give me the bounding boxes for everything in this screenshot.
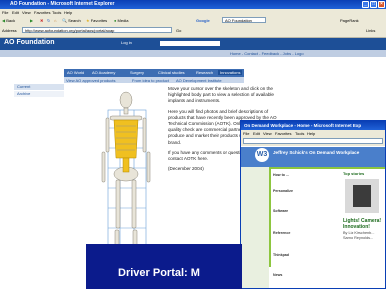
workplace-left-column — [241, 167, 269, 288]
links-label[interactable]: Links — [366, 28, 375, 33]
search-icon: 🔍 — [62, 18, 67, 23]
ao-subbar — [0, 50, 386, 57]
nav-ao-academy[interactable]: AO Academy — [92, 70, 115, 75]
w2-menu-edit[interactable]: Edit — [253, 131, 260, 136]
sidebar: Current Archive — [14, 84, 64, 99]
browser-toolbar: File Edit View Favorites Tools Help ◀ Ba… — [0, 9, 386, 38]
address-field[interactable]: http://www.aofoundation.org/portal/aos/p… — [22, 27, 172, 33]
google-search-input[interactable]: AO Foundation — [222, 17, 266, 23]
highlighted-spine — [113, 119, 139, 173]
maximize-button[interactable]: □ — [370, 1, 377, 8]
forward-arrow-icon[interactable]: ▶ — [30, 18, 33, 23]
story-byline: By Liz Kirschenb... Sarno Reynolds... — [343, 231, 375, 240]
media-icon: ● — [114, 18, 117, 23]
directors-chair-icon — [353, 185, 371, 207]
workplace-window[interactable]: On Demand Workplace - Home - Microsoft I… — [240, 120, 386, 289]
menu-view[interactable]: View — [22, 10, 31, 15]
search-button[interactable]: 🔍 Search — [62, 18, 81, 23]
google-logo: Google — [196, 18, 210, 23]
menu-edit[interactable]: Edit — [12, 10, 19, 15]
back-label: Back — [6, 18, 16, 23]
panel-line[interactable]: Personalize — [273, 189, 293, 193]
address-label: Address — [2, 28, 17, 33]
nav-ao-world[interactable]: AO World — [67, 70, 84, 75]
w2-menu-favorites[interactable]: Favorites — [275, 131, 291, 136]
nav-clinical-studies[interactable]: Clinical studies — [158, 70, 185, 75]
top-stories-title: Top stories — [343, 171, 365, 176]
movie-image[interactable] — [345, 179, 379, 213]
back-arrow-icon: ◀ — [2, 18, 6, 23]
workplace-titlebar[interactable]: On Demand Workplace - Home - Microsoft I… — [241, 121, 385, 130]
story-headline[interactable]: Lights! Camera! Innovation! — [343, 218, 385, 230]
nav-research[interactable]: Research — [196, 70, 213, 75]
stop-icon[interactable]: ✖ — [40, 18, 43, 23]
main-nav — [64, 69, 244, 77]
subnav-approved-products[interactable]: View AO approved products — [66, 78, 116, 83]
w2-menu-help[interactable]: Help — [307, 131, 315, 136]
home-icon[interactable]: ⌂ — [54, 18, 56, 23]
media-label: Media — [117, 18, 129, 23]
menu-tools[interactable]: Tools — [52, 10, 61, 15]
ao-logo[interactable]: AO Foundation — [4, 39, 55, 46]
media-button[interactable]: ● Media — [114, 18, 128, 23]
sidebar-item-archive[interactable]: Archive — [14, 91, 64, 97]
nav-surgery[interactable]: Surgery — [130, 70, 144, 75]
sidebar-header: Current — [14, 84, 64, 90]
pagerank-label: PageRank — [340, 18, 359, 23]
workplace-panel: How to ... Personalize Software Referenc… — [271, 169, 341, 287]
w3-logo[interactable]: W3 — [255, 148, 269, 162]
subnav-idea-to-product[interactable]: From idea to product — [132, 78, 169, 83]
workplace-heading: Jeffrey Schick's On Demand Workplace — [273, 150, 360, 155]
w2-menu-tools[interactable]: Tools — [295, 131, 304, 136]
go-button[interactable]: Go — [176, 28, 181, 33]
subnav-development-institute[interactable]: AO Development Institute — [176, 78, 222, 83]
menu-favorites[interactable]: Favorites — [34, 10, 50, 15]
refresh-icon[interactable]: ↻ — [47, 18, 50, 23]
w2-address-field[interactable] — [243, 138, 383, 144]
panel-line[interactable]: Software — [273, 209, 288, 213]
favorites-button[interactable]: ★ Favorites — [86, 18, 107, 23]
star-icon: ★ — [86, 18, 90, 23]
back-button[interactable]: ◀ Back — [2, 18, 15, 23]
nav-innovations[interactable]: Innovations — [218, 70, 243, 75]
w2-menu-view[interactable]: View — [263, 131, 272, 136]
ao-search-input[interactable] — [160, 41, 220, 46]
menu-help[interactable]: Help — [64, 10, 72, 15]
content-paragraph-intro: Move your cursor over the skeleton and c… — [168, 86, 274, 104]
window-titlebar[interactable]: AO Foundation - Microsoft Internet Explo… — [0, 0, 386, 9]
minimize-button[interactable]: _ — [362, 1, 369, 8]
panel-line[interactable]: News — [273, 273, 282, 277]
workplace-toolbar: File Edit View Favorites Tools Help — [241, 130, 385, 146]
login-link[interactable]: Log in — [121, 40, 132, 45]
driver-portal-title: Driver Portal: M — [118, 267, 200, 279]
workplace-title: On Demand Workplace - Home - Microsoft I… — [244, 123, 362, 128]
menu-file[interactable]: File — [2, 10, 8, 15]
panel-line[interactable]: Thinkpad — [273, 253, 289, 257]
w2-menu-file[interactable]: File — [243, 131, 249, 136]
panel-line[interactable]: How to ... — [273, 173, 289, 177]
window-title: AO Foundation - Microsoft Internet Explo… — [10, 1, 115, 7]
close-button[interactable]: × — [378, 1, 385, 8]
panel-line[interactable]: Reference — [273, 231, 290, 235]
favorites-label: Favorites — [90, 18, 108, 23]
top-links[interactable]: Home - Contact - Feedback - Jobs - Logo — [230, 51, 304, 56]
search-label: Search — [68, 18, 81, 23]
